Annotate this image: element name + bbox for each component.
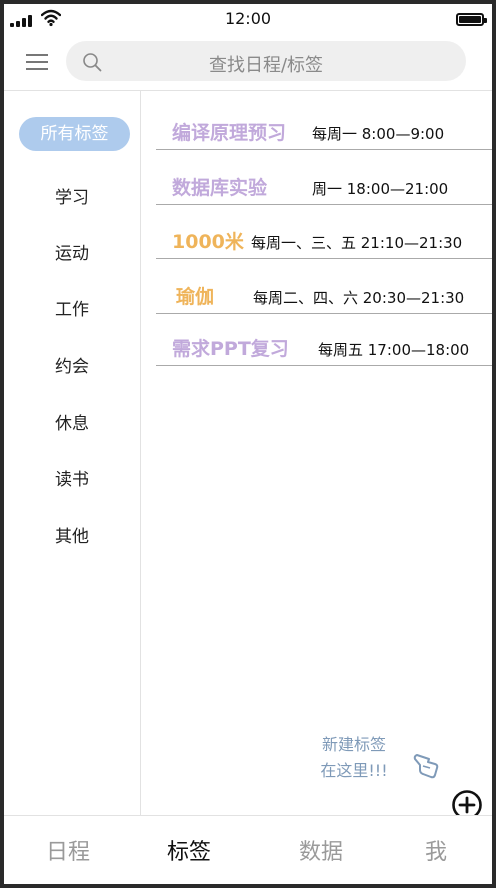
sidebar-divider [140, 91, 141, 815]
schedule-title: 数据库实验 [172, 177, 268, 199]
bottom-tab-bar: 日程 标签 数据 我 [4, 815, 492, 884]
sidebar-item-work[interactable]: 工作 [4, 295, 140, 320]
sidebar-item-other[interactable]: 其他 [4, 522, 140, 547]
schedule-row[interactable]: 1000米 每周一、三、五 21:10—21:30 [156, 229, 492, 259]
hint-line-1: 新建标签 [321, 735, 386, 754]
schedule-title: 需求PPT复习 [172, 338, 289, 360]
sidebar-item-rest[interactable]: 休息 [4, 409, 140, 434]
schedule-row[interactable]: 数据库实验 周一 18:00—21:00 [156, 175, 492, 205]
schedule-title: 1000米 [172, 231, 244, 253]
battery-icon [456, 13, 487, 26]
schedule-title: 瑜伽 [176, 286, 215, 308]
phone-frame: 12:00 查找日程/标签 所有标签 学习 运动 工作 约会 休息 读书 其他 … [0, 0, 496, 888]
new-tag-hint: 新建标签 在这里!!! [304, 732, 404, 784]
sidebar-item-date[interactable]: 约会 [4, 352, 140, 377]
schedule-row[interactable]: 瑜伽 每周二、四、六 20:30—21:30 [156, 284, 492, 314]
tab-me[interactable]: 我 [425, 834, 447, 866]
tab-schedule[interactable]: 日程 [46, 834, 90, 866]
status-time: 12:00 [224, 9, 272, 28]
schedule-title: 编译原理预习 [172, 122, 287, 144]
tab-data[interactable]: 数据 [299, 834, 343, 866]
schedule-time: 每周二、四、六 20:30—21:30 [253, 289, 465, 307]
search-input[interactable]: 查找日程/标签 [66, 41, 466, 81]
schedule-time: 周一 18:00—21:00 [312, 180, 449, 198]
sidebar-item-study[interactable]: 学习 [4, 183, 140, 208]
schedule-row[interactable]: 编译原理预习 每周一 8:00—9:00 [156, 120, 492, 150]
menu-icon[interactable] [26, 54, 48, 72]
sidebar-item-sports[interactable]: 运动 [4, 239, 140, 264]
search-placeholder: 查找日程/标签 [208, 55, 324, 76]
schedule-time: 每周五 17:00—18:00 [318, 341, 470, 359]
status-bar: 12:00 [4, 4, 492, 34]
tag-sidebar: 所有标签 学习 运动 工作 约会 休息 读书 其他 [4, 91, 140, 815]
schedule-time: 每周一 8:00—9:00 [312, 125, 445, 143]
sidebar-item-all-tags[interactable]: 所有标签 [19, 117, 130, 151]
sidebar-item-reading[interactable]: 读书 [4, 465, 140, 490]
pointing-hand-icon [413, 754, 439, 779]
hint-line-2: 在这里!!! [320, 761, 388, 780]
tab-tags[interactable]: 标签 [167, 834, 211, 866]
schedule-time: 每周一、三、五 21:10—21:30 [251, 234, 463, 252]
schedule-row[interactable]: 需求PPT复习 每周五 17:00—18:00 [156, 336, 492, 366]
